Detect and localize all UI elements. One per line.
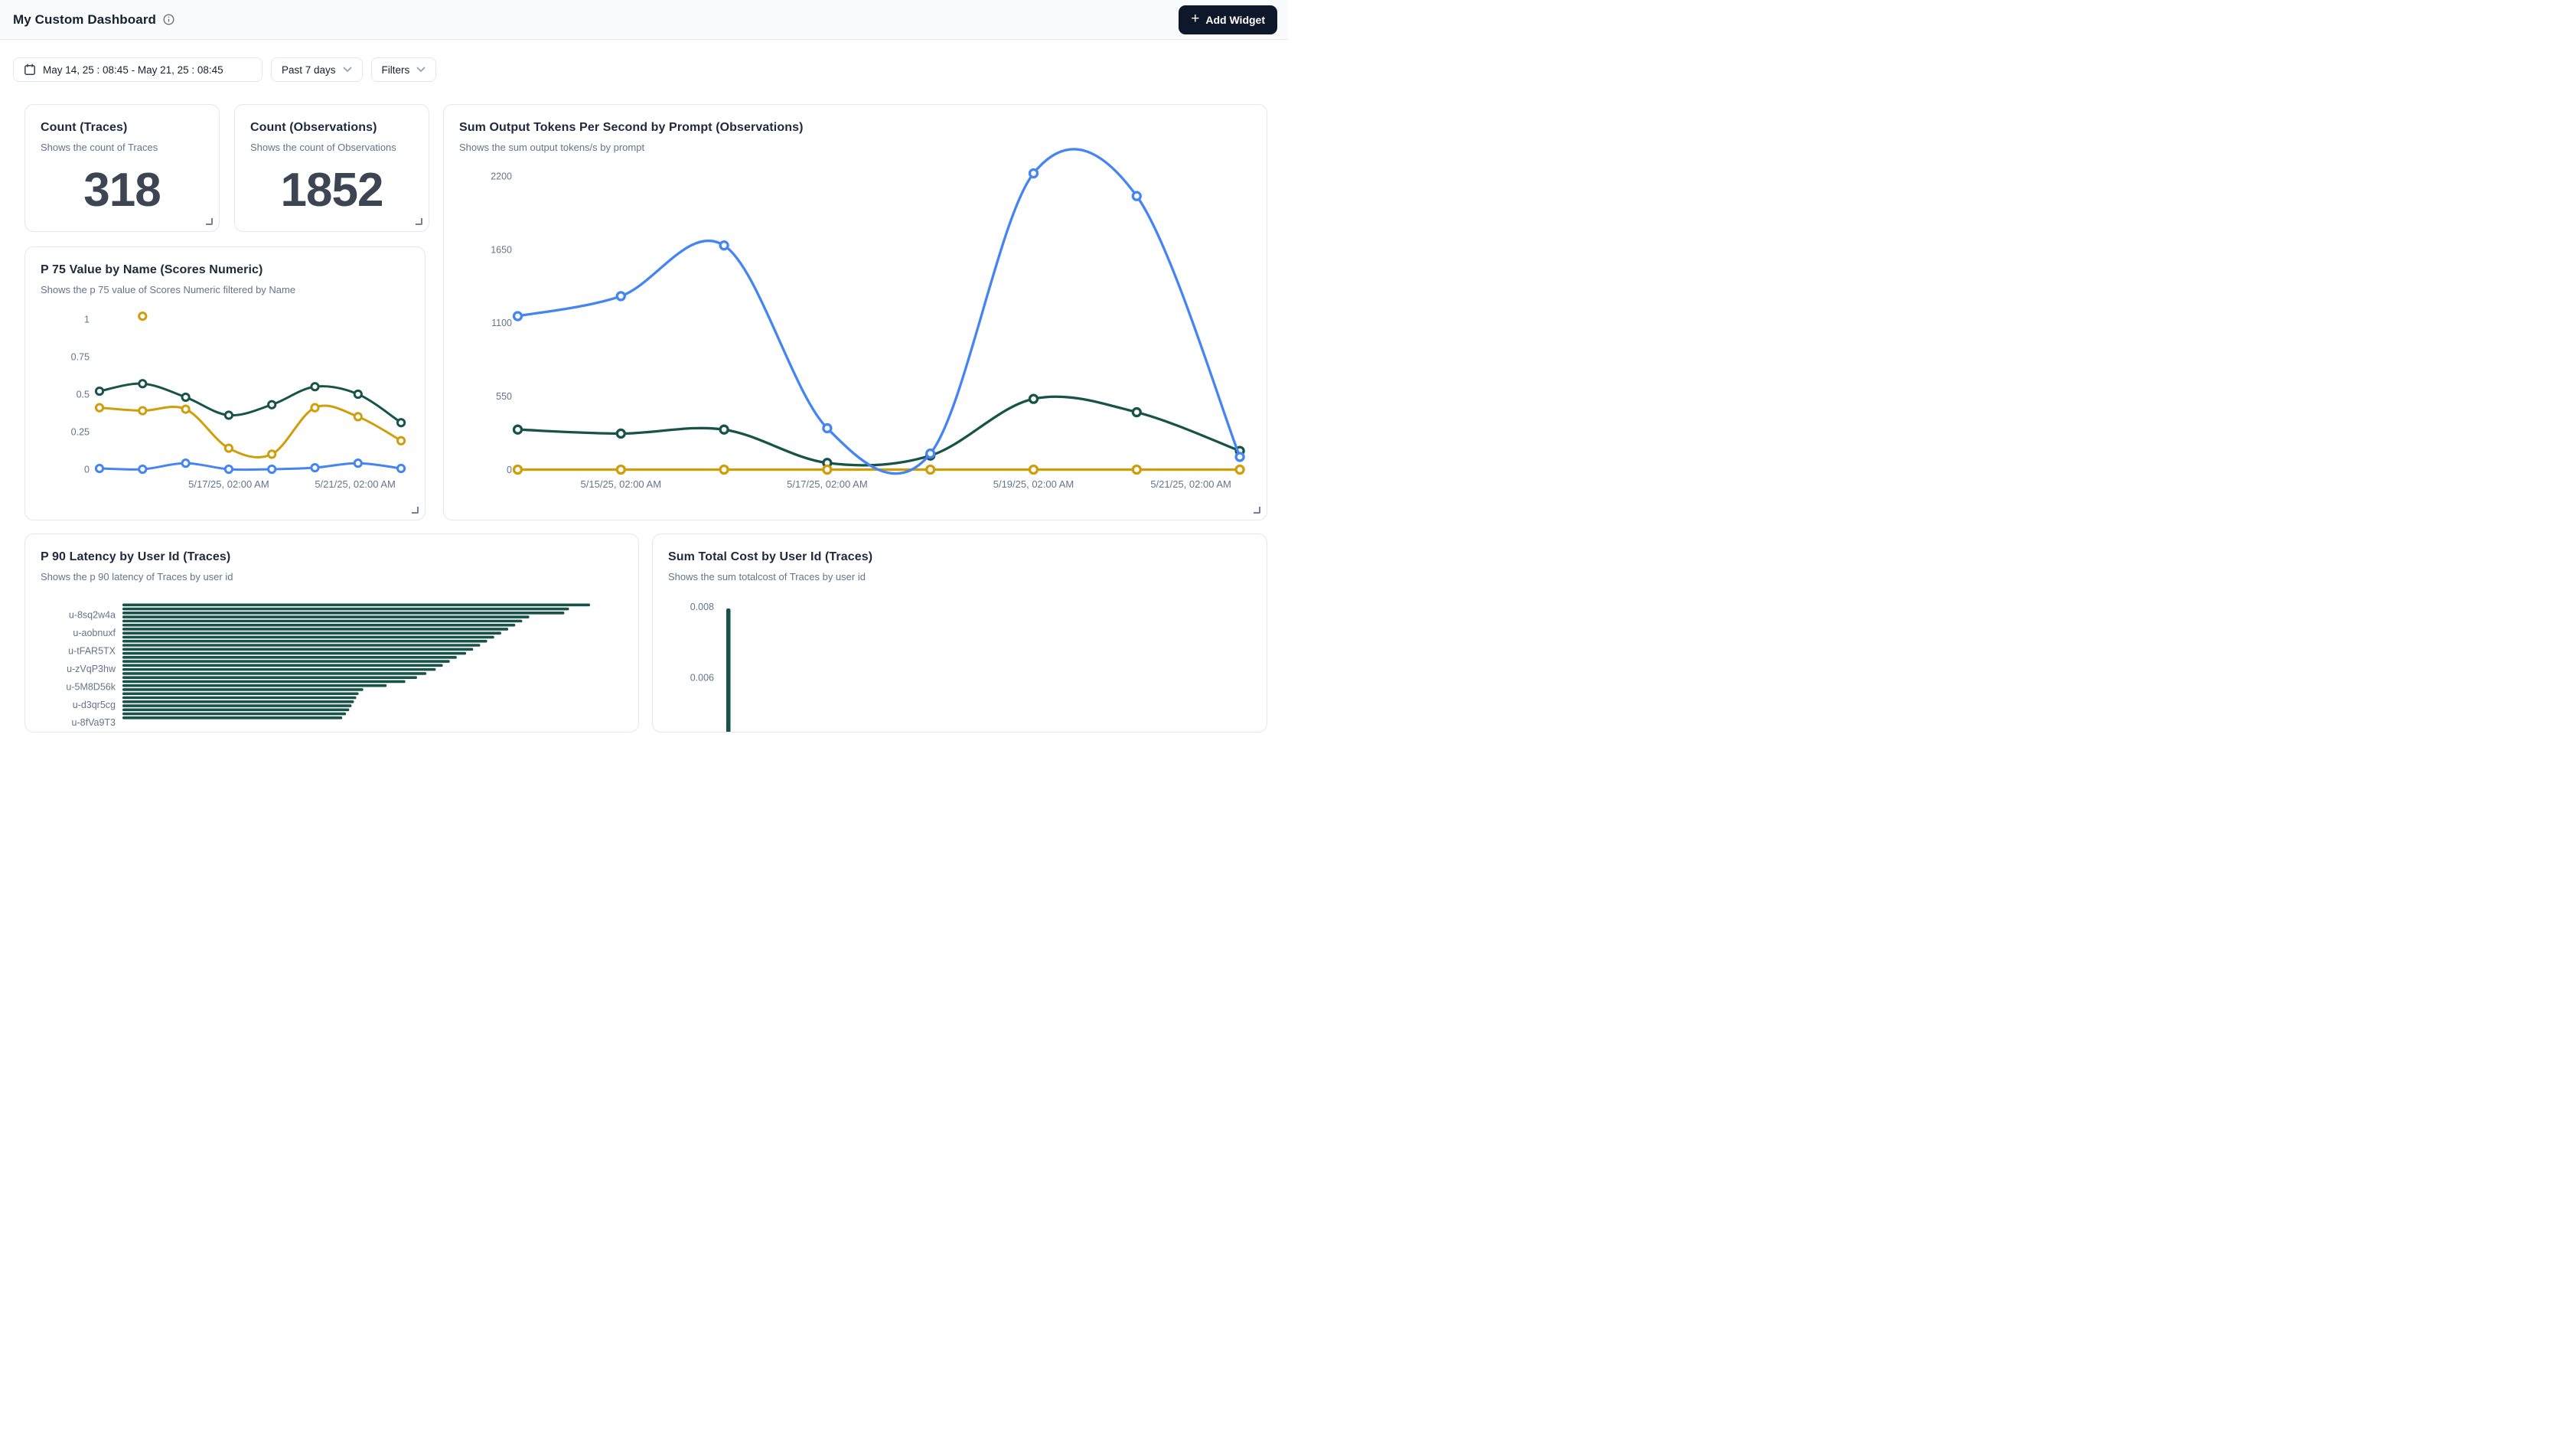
svg-text:u-aobnuxf: u-aobnuxf: [73, 628, 116, 638]
svg-text:u-zVqP3hw: u-zVqP3hw: [67, 664, 116, 674]
calendar-icon: [24, 64, 36, 76]
date-range-value: May 14, 25 : 08:45 - May 21, 25 : 08:45: [43, 64, 223, 76]
info-icon[interactable]: [163, 14, 174, 25]
svg-text:1100: 1100: [491, 318, 512, 328]
svg-text:u-5M8D56k: u-5M8D56k: [66, 681, 116, 692]
resize-corner-icon[interactable]: [1254, 507, 1260, 514]
time-preset-dropdown[interactable]: Past 7 days: [271, 57, 363, 82]
widget-count-traces[interactable]: Count (Traces) Shows the count of Traces…: [24, 104, 220, 232]
svg-text:5/15/25, 02:00 AM: 5/15/25, 02:00 AM: [581, 478, 662, 490]
plus-icon: +: [1191, 11, 1199, 26]
svg-text:u-d3qr5cg: u-d3qr5cg: [73, 700, 116, 710]
date-range-picker[interactable]: May 14, 25 : 08:45 - May 21, 25 : 08:45: [13, 57, 262, 82]
widget-subtitle: Shows the sum totalcost of Traces by use…: [653, 564, 1267, 582]
count-observations-value: 1852: [235, 163, 429, 217]
svg-text:u-tFAR5TX: u-tFAR5TX: [68, 645, 116, 656]
svg-text:0.25: 0.25: [71, 427, 90, 438]
svg-text:1: 1: [84, 315, 90, 325]
svg-text:0: 0: [84, 465, 90, 475]
svg-text:0: 0: [507, 465, 512, 475]
widget-count-observations[interactable]: Count (Observations) Shows the count of …: [234, 104, 429, 232]
widget-total-cost[interactable]: 0.006 0.008 Sum Total Cost by User Id (Tr…: [652, 534, 1267, 733]
widget-subtitle: Shows the p 75 value of Scores Numeric f…: [25, 277, 425, 295]
filters-label: Filters: [382, 64, 410, 76]
time-preset-value: Past 7 days: [282, 64, 336, 76]
page-header: My Custom Dashboard + Add Widget: [0, 0, 1288, 40]
svg-text:5/21/25, 02:00 AM: 5/21/25, 02:00 AM: [1150, 478, 1231, 490]
widget-title: P 75 Value by Name (Scores Numeric): [25, 247, 425, 277]
resize-corner-icon[interactable]: [416, 218, 422, 225]
widget-p90-latency[interactable]: u-8sq2w4a u-aobnuxf u-tFAR5TX u-zVqP3hw u-5M…: [24, 534, 639, 733]
filters-dropdown[interactable]: Filters: [371, 57, 437, 82]
widget-subtitle: Shows the sum output tokens/s by prompt: [444, 135, 1267, 153]
widget-subtitle: Shows the count of Traces: [25, 135, 219, 153]
widget-title: Sum Output Tokens Per Second by Prompt (…: [444, 105, 1267, 135]
widget-p75-value[interactable]: 0 0.25 0.5 0.75 1 5/17/25, 02:00 AM 5/21/25, 0…: [24, 246, 426, 520]
dashboard-toolbar: May 14, 25 : 08:45 - May 21, 25 : 08:45 …: [13, 57, 436, 82]
svg-text:0.75: 0.75: [71, 352, 90, 363]
svg-text:5/19/25, 02:00 AM: 5/19/25, 02:00 AM: [993, 478, 1074, 490]
chevron-down-icon: [416, 67, 426, 73]
svg-text:u-8fVa9T3: u-8fVa9T3: [72, 717, 116, 728]
svg-text:0.006: 0.006: [690, 673, 714, 684]
widget-title: P 90 Latency by User Id (Traces): [25, 534, 638, 564]
resize-corner-icon[interactable]: [206, 218, 213, 225]
svg-text:550: 550: [496, 391, 512, 402]
svg-text:0.008: 0.008: [690, 602, 714, 612]
widget-title: Sum Total Cost by User Id (Traces): [653, 534, 1267, 564]
svg-text:5/17/25, 02:00 AM: 5/17/25, 02:00 AM: [787, 478, 868, 490]
widget-subtitle: Shows the p 90 latency of Traces by user…: [25, 564, 638, 582]
svg-text:5/21/25, 02:00 AM: 5/21/25, 02:00 AM: [315, 478, 396, 490]
count-traces-value: 318: [25, 163, 219, 217]
widget-title: Count (Observations): [235, 105, 429, 135]
svg-text:5/17/25, 02:00 AM: 5/17/25, 02:00 AM: [188, 478, 269, 490]
chevron-down-icon: [343, 67, 352, 73]
widget-subtitle: Shows the count of Observations: [235, 135, 429, 153]
add-widget-button[interactable]: + Add Widget: [1179, 5, 1277, 34]
widget-tokens-per-second[interactable]: 0 550 1100 1650 2200 5/15/25, 02:00 AM 5/17/25…: [443, 104, 1267, 520]
resize-corner-icon[interactable]: [412, 507, 419, 514]
page-title: My Custom Dashboard: [13, 12, 156, 28]
widget-title: Count (Traces): [25, 105, 219, 135]
svg-text:u-8sq2w4a: u-8sq2w4a: [69, 610, 116, 621]
svg-text:2200: 2200: [491, 171, 512, 181]
tokens-line-chart[interactable]: 0 550 1100 1650 2200 5/15/25, 02:00 AM 5/17/25…: [444, 105, 1267, 520]
svg-text:0.5: 0.5: [77, 390, 90, 400]
svg-text:1650: 1650: [491, 244, 512, 255]
add-widget-label: Add Widget: [1205, 14, 1265, 26]
